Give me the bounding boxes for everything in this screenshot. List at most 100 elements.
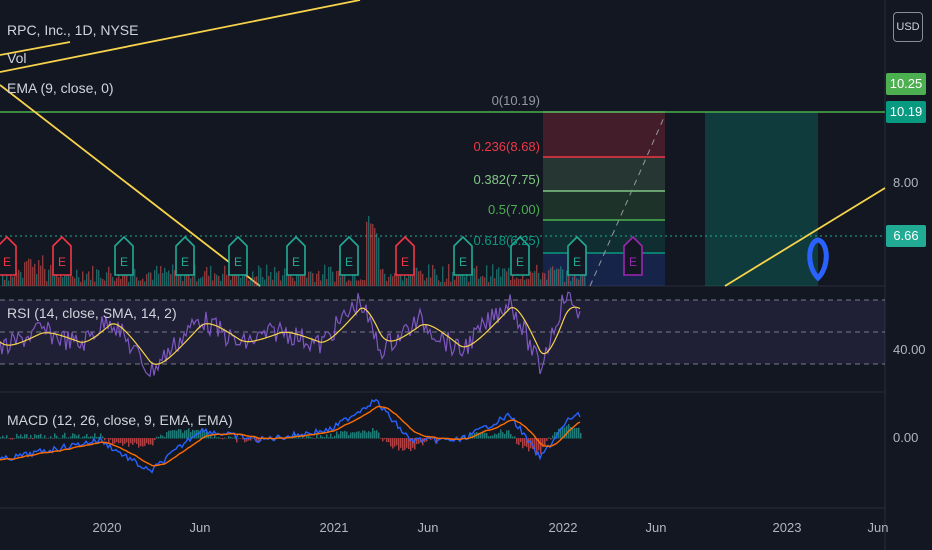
x-tick-2022: 2022 xyxy=(548,520,578,535)
volume-bar xyxy=(308,271,310,286)
earnings-marker[interactable]: E xyxy=(339,235,359,276)
volume-bar xyxy=(362,279,364,286)
macd-histogram-bar xyxy=(136,438,138,444)
earnings-marker[interactable]: E xyxy=(114,235,134,276)
volume-bar xyxy=(562,269,564,286)
earnings-marker[interactable]: E xyxy=(228,235,248,276)
macd-histogram-bar xyxy=(40,433,42,439)
volume-bar xyxy=(252,271,254,286)
volume-bar xyxy=(112,276,114,286)
macd-histogram-bar xyxy=(492,435,494,439)
volume-bar xyxy=(312,273,314,286)
volume-bar xyxy=(500,276,502,286)
earnings-marker[interactable]: E xyxy=(623,235,643,276)
earnings-marker[interactable]: E xyxy=(395,235,415,276)
volume-bar xyxy=(338,270,340,286)
volume-bar xyxy=(570,280,572,286)
symbol-title[interactable]: RPC, Inc., 1D, NYSE xyxy=(7,22,138,38)
macd-histogram-bar xyxy=(20,434,22,439)
volume-bar xyxy=(212,280,214,286)
volume-bar xyxy=(546,279,548,286)
macd-histogram-bar xyxy=(34,434,36,439)
earnings-marker[interactable]: E xyxy=(0,235,17,276)
volume-bar xyxy=(84,280,86,286)
volume-bar xyxy=(536,264,538,286)
volume-bar xyxy=(198,278,200,286)
volume-bar xyxy=(348,279,350,286)
x-tick-jun-2022: Jun xyxy=(645,520,667,535)
earnings-marker[interactable]: E xyxy=(286,235,306,276)
fib-level-0618: 0.618(6.25) xyxy=(473,233,541,248)
volume-bar xyxy=(366,221,368,286)
volume-bar xyxy=(438,280,440,286)
volume-bar xyxy=(296,275,298,286)
macd-histogram-bar xyxy=(44,435,46,439)
earnings-marker[interactable]: E xyxy=(175,235,195,276)
volume-bar xyxy=(288,274,290,286)
macd-histogram-bar xyxy=(172,430,174,439)
volume-bar xyxy=(372,224,374,286)
volume-bar xyxy=(24,262,26,286)
volume-bar xyxy=(572,276,574,286)
volume-bar xyxy=(140,280,142,286)
macd-histogram-bar xyxy=(156,436,158,439)
volume-bar xyxy=(196,281,198,286)
volume-bar xyxy=(564,281,566,286)
ema-legend[interactable]: EMA (9, close, 0) xyxy=(7,80,114,96)
rsi-legend[interactable]: RSI (14, close, SMA, 14, 2) xyxy=(7,305,177,321)
macd-histogram-bar xyxy=(126,438,128,443)
macd-histogram-bar xyxy=(508,430,510,439)
price-tick-8: 8.00 xyxy=(893,175,919,190)
volume-bar xyxy=(34,263,36,286)
macd-histogram-bar xyxy=(30,435,32,439)
volume-bar xyxy=(402,280,404,286)
macd-histogram-bar xyxy=(182,432,184,439)
earnings-marker[interactable]: E xyxy=(453,235,473,276)
volume-bar xyxy=(216,274,218,286)
volume-bar xyxy=(512,274,514,286)
macd-histogram-bar xyxy=(186,430,188,439)
volume-bar xyxy=(236,275,238,286)
macd-histogram-bar xyxy=(6,435,8,439)
macd-histogram-bar xyxy=(572,428,574,439)
volume-bar xyxy=(384,273,386,286)
macd-histogram-bar xyxy=(574,427,576,439)
macd-histogram-bar xyxy=(106,438,108,439)
volume-bar xyxy=(260,267,262,286)
chart-canvas[interactable]: EEEEEEEEEEEE xyxy=(0,0,932,550)
volume-bar xyxy=(170,274,172,286)
volume-bar xyxy=(388,276,390,286)
earnings-marker[interactable]: E xyxy=(567,235,587,276)
volume-legend[interactable]: Vol xyxy=(7,50,26,66)
volume-bar xyxy=(8,280,10,286)
earnings-marker[interactable]: E xyxy=(52,235,72,276)
volume-bar xyxy=(204,271,206,286)
volume-bar xyxy=(30,259,32,286)
macd-histogram-bar xyxy=(320,435,322,439)
macd-histogram-bar xyxy=(576,428,578,439)
x-tick-jun-2023: Jun xyxy=(867,520,889,535)
position-target-zone xyxy=(705,112,818,286)
volume-bar xyxy=(92,265,94,286)
macd-histogram-bar xyxy=(230,436,232,439)
macd-histogram-bar xyxy=(104,438,106,441)
volume-bar xyxy=(390,273,392,286)
volume-bar xyxy=(566,270,568,286)
macd-histogram-bar xyxy=(122,438,124,446)
volume-bar xyxy=(560,266,562,286)
volume-bar xyxy=(108,266,110,286)
currency-button[interactable]: USD xyxy=(893,12,923,42)
volume-bar xyxy=(476,265,478,286)
macd-legend[interactable]: MACD (12, 26, close, 9, EMA, EMA) xyxy=(7,412,233,428)
volume-bar xyxy=(230,279,232,286)
volume-bar xyxy=(144,281,146,286)
volume-bar xyxy=(42,255,44,286)
volume-bar xyxy=(98,270,100,286)
macd-histogram-bar xyxy=(224,437,226,439)
volume-bar xyxy=(258,265,260,286)
macd-histogram-bar xyxy=(356,431,358,439)
macd-histogram-bar xyxy=(348,435,350,439)
macd-histogram-bar xyxy=(86,434,88,439)
volume-bar xyxy=(454,279,456,286)
volume-bar xyxy=(370,223,372,286)
